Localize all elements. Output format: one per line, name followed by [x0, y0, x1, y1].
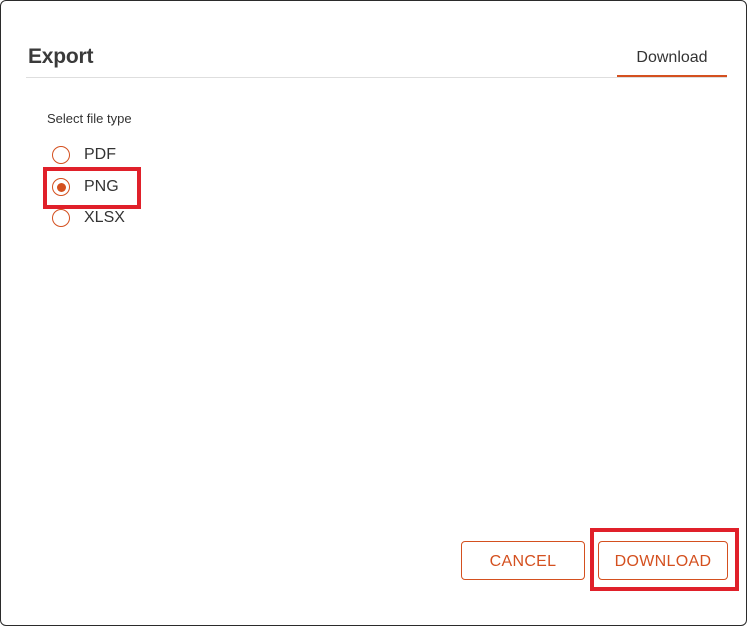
download-button[interactable]: DOWNLOAD	[598, 541, 728, 580]
radio-label-xlsx: XLSX	[84, 209, 125, 226]
radio-button-png[interactable]	[52, 178, 70, 196]
file-type-label: Select file type	[47, 111, 132, 126]
radio-label-pdf: PDF	[84, 146, 116, 163]
radio-option-png[interactable]: PNG	[52, 176, 119, 198]
radio-label-png: PNG	[84, 178, 119, 195]
cancel-button[interactable]: CANCEL	[461, 541, 585, 580]
dialog-title: Export	[28, 45, 94, 68]
radio-option-xlsx[interactable]: XLSX	[52, 207, 125, 229]
export-dialog: Export Download Select file type PDF PNG…	[0, 0, 747, 626]
header-divider	[26, 77, 727, 78]
tab-download[interactable]: Download	[617, 39, 727, 77]
radio-button-pdf[interactable]	[52, 146, 70, 164]
radio-option-pdf[interactable]: PDF	[52, 144, 116, 166]
radio-button-xlsx[interactable]	[52, 209, 70, 227]
